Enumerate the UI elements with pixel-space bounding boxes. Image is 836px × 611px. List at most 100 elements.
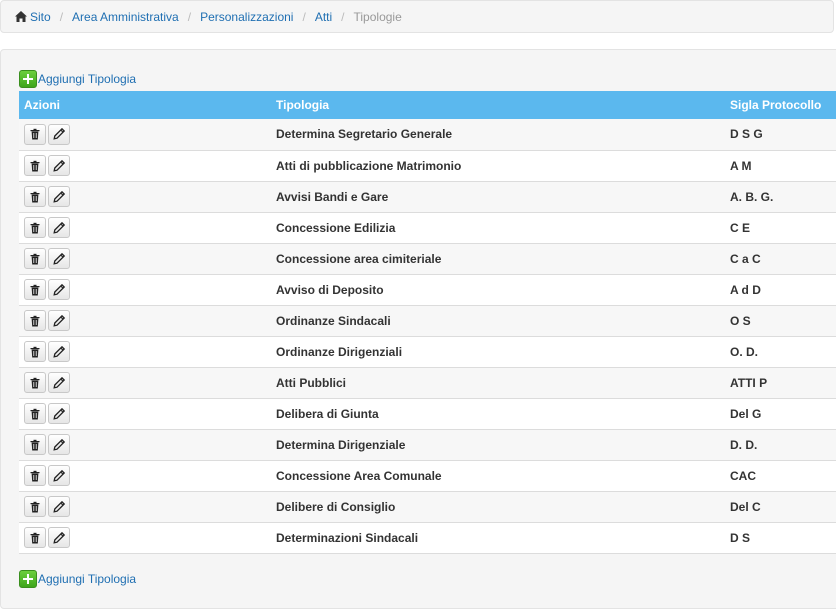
table-row: Delibere di Consiglio Del C (19, 491, 836, 522)
delete-button[interactable] (24, 434, 46, 455)
delete-button[interactable] (24, 155, 46, 176)
trash-icon (29, 315, 41, 327)
cell-sigla-protocollo: D. D. (730, 437, 758, 452)
table-row: Ordinanze Sindacali O S (19, 305, 836, 336)
row-actions (19, 274, 271, 305)
breadcrumb-personalizzazioni-link[interactable]: Personalizzazioni (200, 10, 293, 24)
cell-tipologia: Concessione area cimiteriale (276, 251, 442, 266)
pencil-icon (53, 345, 65, 358)
table-row: Determina Segretario Generale D S G (19, 119, 836, 150)
breadcrumb-home-link[interactable]: Sito (30, 10, 51, 24)
cell-tipologia: Ordinanze Dirigenziali (276, 344, 403, 359)
cell-sigla-protocollo: C a C (730, 251, 761, 266)
home-icon (15, 11, 27, 22)
cell-tipologia: Atti di pubblicazione Matrimonio (276, 158, 462, 173)
edit-button[interactable] (48, 186, 70, 207)
edit-button[interactable] (48, 155, 70, 176)
trash-icon (29, 532, 41, 544)
table-row: Delibera di Giunta Del G (19, 398, 836, 429)
edit-button[interactable] (48, 341, 70, 362)
cell-sigla-protocollo: A d D (730, 282, 761, 297)
delete-button[interactable] (24, 496, 46, 517)
trash-icon (29, 160, 41, 172)
delete-button[interactable] (24, 186, 46, 207)
pencil-icon (53, 159, 65, 172)
trash-icon (29, 377, 41, 389)
delete-button[interactable] (24, 279, 46, 300)
delete-button[interactable] (24, 310, 46, 331)
delete-button[interactable] (24, 341, 46, 362)
cell-sigla-protocollo: ATTI P (730, 375, 768, 390)
table-row: Concessione area cimiteriale C a C (19, 243, 836, 274)
table-row: Atti Pubblici ATTI P (19, 367, 836, 398)
pencil-icon (53, 128, 65, 140)
row-actions (19, 367, 271, 398)
pencil-icon (53, 376, 65, 389)
tipologie-table: Azioni Tipologia Sigla Protocollo Determ… (19, 91, 836, 554)
edit-button[interactable] (48, 496, 70, 517)
pencil-icon (53, 190, 65, 203)
cell-tipologia: Avviso di Deposito (276, 282, 384, 297)
trash-icon (29, 128, 41, 140)
delete-button[interactable] (24, 372, 46, 393)
add-tipologia-link-bottom[interactable]: Aggiungi Tipologia (19, 570, 136, 588)
edit-button[interactable] (48, 248, 70, 269)
plus-icon (19, 70, 37, 88)
edit-button[interactable] (48, 403, 70, 424)
pencil-icon (53, 438, 65, 451)
cell-sigla-protocollo: O S (730, 313, 751, 328)
breadcrumb-separator: / (341, 9, 345, 24)
row-actions (19, 243, 271, 274)
header-tipologia[interactable]: Tipologia (271, 91, 725, 119)
edit-button[interactable] (48, 217, 70, 238)
cell-sigla-protocollo: C E (730, 220, 751, 235)
breadcrumb-atti-link[interactable]: Atti (315, 10, 332, 24)
row-actions (19, 398, 271, 429)
breadcrumb-area-link[interactable]: Area Amministrativa (72, 10, 179, 24)
trash-icon (29, 408, 41, 420)
add-tipologia-link-top[interactable]: Aggiungi Tipologia (19, 70, 136, 88)
cell-tipologia: Atti Pubblici (276, 375, 346, 390)
row-actions (19, 119, 271, 150)
edit-button[interactable] (48, 527, 70, 548)
pencil-icon (53, 407, 65, 420)
edit-button[interactable] (48, 434, 70, 455)
table-row: Ordinanze Dirigenziali O. D. (19, 336, 836, 367)
header-sigla-protocollo[interactable]: Sigla Protocollo (725, 91, 836, 119)
trash-icon (29, 470, 41, 482)
pencil-icon (53, 500, 65, 513)
delete-button[interactable] (24, 123, 46, 145)
table-row: Determinazioni Sindacali D S (19, 522, 836, 553)
row-actions (19, 305, 271, 336)
row-actions (19, 522, 271, 553)
edit-button[interactable] (48, 279, 70, 300)
pencil-icon (53, 469, 65, 482)
edit-button[interactable] (48, 372, 70, 393)
trash-icon (29, 346, 41, 358)
row-actions (19, 336, 271, 367)
edit-button[interactable] (48, 465, 70, 486)
cell-tipologia: Ordinanze Sindacali (276, 313, 391, 328)
cell-tipologia: Determina Segretario Generale (276, 127, 453, 142)
breadcrumb: Sito / Area Amministrativa / Personalizz… (0, 0, 834, 33)
edit-button[interactable] (48, 310, 70, 331)
edit-button[interactable] (48, 123, 70, 145)
trash-icon (29, 222, 41, 234)
breadcrumb-current: Tipologie (353, 9, 402, 24)
trash-icon (29, 439, 41, 451)
delete-button[interactable] (24, 403, 46, 424)
row-actions (19, 150, 271, 181)
delete-button[interactable] (24, 527, 46, 548)
cell-sigla-protocollo: Del G (730, 406, 762, 421)
add-tipologia-label: Aggiungi Tipologia (38, 72, 137, 86)
cell-sigla-protocollo: A. B. G. (730, 189, 774, 204)
delete-button[interactable] (24, 465, 46, 486)
delete-button[interactable] (24, 248, 46, 269)
pencil-icon (53, 252, 65, 265)
cell-sigla-protocollo: D S G (730, 127, 763, 142)
table-row: Atti di pubblicazione Matrimonio A M (19, 150, 836, 181)
pencil-icon (53, 531, 65, 544)
table-row: Avvisi Bandi e Gare A. B. G. (19, 181, 836, 212)
table-header-row: Azioni Tipologia Sigla Protocollo (19, 91, 836, 119)
delete-button[interactable] (24, 217, 46, 238)
